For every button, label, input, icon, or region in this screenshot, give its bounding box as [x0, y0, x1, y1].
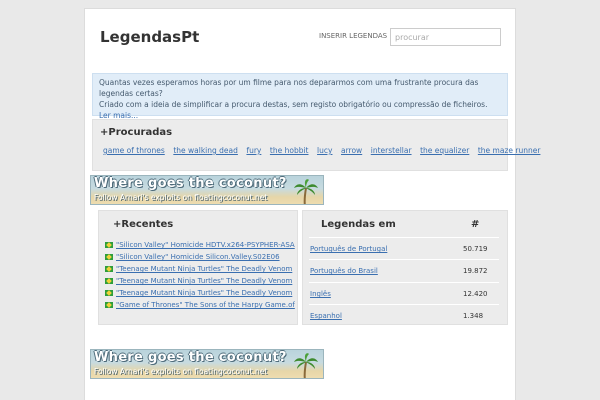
- language-link[interactable]: Inglês: [310, 290, 331, 298]
- recent-link[interactable]: "Teenage Mutant Ninja Turtles" The Deadl…: [116, 289, 292, 297]
- brazil-flag-icon: [105, 266, 113, 272]
- table-row: Inglês 12.420: [309, 282, 499, 304]
- recent-list: "Silicon Valley" Homicide HDTV.x264-PSYP…: [105, 239, 295, 311]
- intro-box: Quantas vezes esperamos horas por um fil…: [92, 73, 508, 120]
- languages-panel: Legendas em # Português de Portugal 50.7…: [302, 210, 508, 325]
- table-row: Português do Brasil 19.872: [309, 259, 499, 281]
- count-header: #: [471, 219, 480, 230]
- site-logo[interactable]: LegendasPt: [100, 28, 199, 46]
- languages-title: Legendas em: [321, 219, 396, 230]
- intro-line-1: Quantas vezes esperamos horas por um fil…: [99, 78, 479, 98]
- table-row: Português de Portugal 50.719: [309, 237, 499, 259]
- popular-searches-panel: +Procuradas game of thrones the walking …: [92, 119, 540, 171]
- list-item: "Teenage Mutant Ninja Turtles" The Deadl…: [105, 287, 295, 299]
- language-count: 1.348: [463, 312, 484, 320]
- language-count: 50.719: [463, 245, 488, 253]
- insert-subtitles-link[interactable]: INSERIR LEGENDAS: [319, 32, 387, 40]
- recent-link[interactable]: "Teenage Mutant Ninja Turtles" The Deadl…: [116, 277, 292, 285]
- popular-tag[interactable]: the equalizer: [420, 146, 469, 155]
- popular-tag[interactable]: the walking dead: [173, 146, 238, 155]
- recent-link[interactable]: "Game of Thrones" The Sons of the Harpy …: [116, 301, 295, 309]
- banner-headline: Where goes the coconut?: [94, 350, 287, 365]
- brazil-flag-icon: [105, 278, 113, 284]
- language-count: 19.872: [463, 267, 488, 275]
- list-item: "Silicon Valley" Homicide HDTV.x264-PSYP…: [105, 239, 295, 251]
- language-link[interactable]: Espanhol: [310, 312, 342, 320]
- recent-subtitles-panel: +Recentes "Silicon Valley" Homicide HDTV…: [98, 210, 298, 325]
- popular-tag[interactable]: the maze runner: [478, 146, 541, 155]
- popular-tag[interactable]: interstellar: [371, 146, 412, 155]
- banner-headline: Where goes the coconut?: [94, 176, 287, 191]
- popular-tags: game of thrones the walking dead fury th…: [103, 146, 546, 155]
- table-row: Espanhol 1.348: [309, 304, 499, 326]
- popular-tag[interactable]: the hobbit: [270, 146, 309, 155]
- list-item: "Game of Thrones" The Sons of the Harpy …: [105, 299, 295, 311]
- palm-tree-icon: [294, 353, 318, 378]
- list-item: "Teenage Mutant Ninja Turtles" The Deadl…: [105, 275, 295, 287]
- brazil-flag-icon: [105, 242, 113, 248]
- popular-tag[interactable]: arrow: [341, 146, 362, 155]
- recent-link[interactable]: "Silicon Valley" Homicide Silicon.Valley…: [116, 253, 280, 261]
- language-link[interactable]: Português de Portugal: [310, 245, 387, 253]
- list-item: "Teenage Mutant Ninja Turtles" The Deadl…: [105, 263, 295, 275]
- brazil-flag-icon: [105, 302, 113, 308]
- search-input[interactable]: [390, 28, 501, 46]
- banner-subline: Follow Arnari's exploits on floatingcoco…: [94, 193, 268, 202]
- recent-link[interactable]: "Teenage Mutant Ninja Turtles" The Deadl…: [116, 265, 292, 273]
- recent-title: +Recentes: [113, 219, 174, 230]
- banner-subline: Follow Arnari's exploits on floatingcoco…: [94, 367, 268, 376]
- list-item: "Silicon Valley" Homicide Silicon.Valley…: [105, 251, 295, 263]
- language-link[interactable]: Português do Brasil: [310, 267, 378, 275]
- brazil-flag-icon: [105, 254, 113, 260]
- popular-tag[interactable]: fury: [246, 146, 261, 155]
- popular-tag[interactable]: lucy: [317, 146, 332, 155]
- popular-tag[interactable]: game of thrones: [103, 146, 165, 155]
- recent-link[interactable]: "Silicon Valley" Homicide HDTV.x264-PSYP…: [116, 241, 295, 249]
- palm-tree-icon: [294, 179, 318, 204]
- intro-line-2: Criado com a ideia de simplificar a proc…: [99, 100, 488, 120]
- ad-banner-top[interactable]: Where goes the coconut? Follow Arnari's …: [90, 175, 324, 205]
- popular-title: +Procuradas: [100, 127, 173, 138]
- brazil-flag-icon: [105, 290, 113, 296]
- ad-banner-bottom[interactable]: Where goes the coconut? Follow Arnari's …: [90, 349, 324, 379]
- language-count: 12.420: [463, 290, 488, 298]
